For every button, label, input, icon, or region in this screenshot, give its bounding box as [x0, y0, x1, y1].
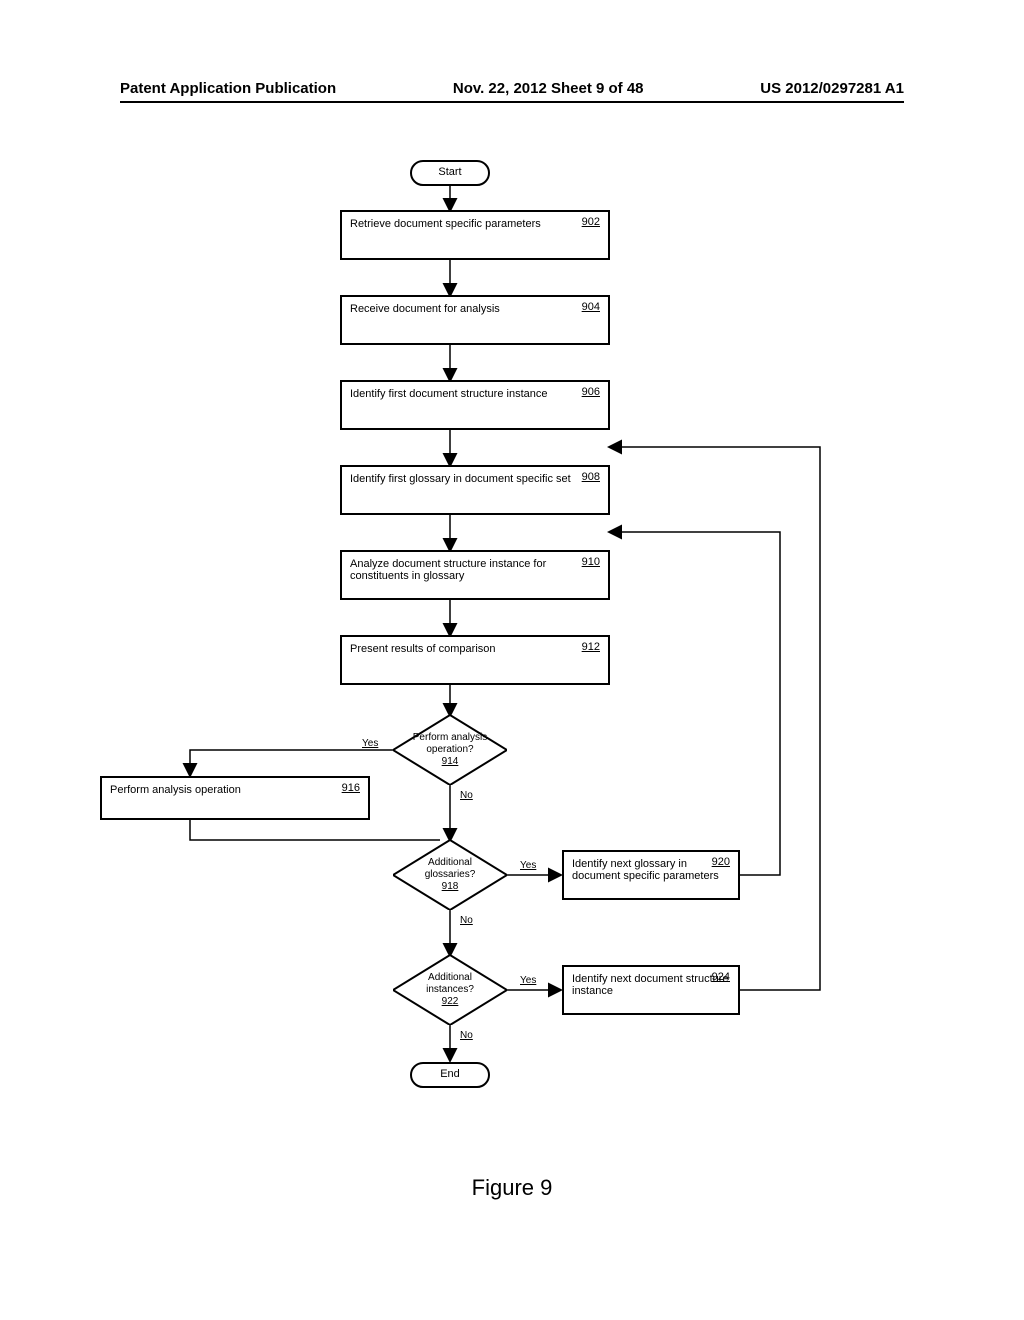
box-912-text: Present results of comparison	[350, 643, 496, 655]
flowchart: Start End Retrieve document specific par…	[100, 140, 924, 1140]
end-label: End	[440, 1068, 460, 1080]
box-902-ref: 902	[582, 216, 600, 228]
box-908: Identify first glossary in document spec…	[340, 465, 610, 515]
box-916: Perform analysis operation 916	[100, 776, 370, 820]
box-912: Present results of comparison 912	[340, 635, 610, 685]
end-terminator: End	[410, 1062, 490, 1088]
box-906-text: Identify first document structure instan…	[350, 388, 547, 400]
label-922-yes: Yes	[520, 975, 536, 986]
box-910: Analyze document structure instance for …	[340, 550, 610, 600]
dia-914-l1: Perform analysis	[413, 732, 487, 744]
header-right: US 2012/0297281 A1	[760, 80, 904, 97]
label-914-no: No	[460, 790, 473, 801]
box-902-text: Retrieve document specific parameters	[350, 218, 541, 230]
label-922-no: No	[460, 1030, 473, 1041]
dia-922-l1: Additional	[428, 972, 472, 984]
header-center: Nov. 22, 2012 Sheet 9 of 48	[453, 80, 644, 97]
box-906-ref: 906	[582, 386, 600, 398]
box-908-ref: 908	[582, 471, 600, 483]
dia-922-ref: 922	[442, 996, 459, 1008]
box-924-text: Identify next document structure instanc…	[572, 973, 729, 997]
box-906: Identify first document structure instan…	[340, 380, 610, 430]
box-912-ref: 912	[582, 641, 600, 653]
diamond-918: Additional glossaries? 918	[393, 840, 507, 910]
box-910-text: Analyze document structure instance for …	[350, 558, 546, 582]
dia-922-l2: instances?	[426, 984, 474, 996]
box-904: Receive document for analysis 904	[340, 295, 610, 345]
box-904-text: Receive document for analysis	[350, 303, 500, 315]
diamond-914: Perform analysis operation? 914	[393, 715, 507, 785]
diamond-922: Additional instances? 922	[393, 955, 507, 1025]
header-left: Patent Application Publication	[120, 80, 336, 97]
dia-918-l2: glossaries?	[425, 869, 476, 881]
label-918-yes: Yes	[520, 860, 536, 871]
box-920-ref: 920	[712, 856, 730, 868]
box-902: Retrieve document specific parameters 90…	[340, 210, 610, 260]
dia-918-l1: Additional	[428, 857, 472, 869]
box-910-ref: 910	[582, 556, 600, 568]
figure-caption: Figure 9	[0, 1175, 1024, 1201]
page-header: Patent Application Publication Nov. 22, …	[120, 80, 904, 103]
box-920-text: Identify next glossary in document speci…	[572, 858, 719, 882]
dia-914-l2: operation?	[426, 744, 473, 756]
box-908-text: Identify first glossary in document spec…	[350, 473, 571, 485]
box-924-ref: 924	[712, 971, 730, 983]
dia-918-ref: 918	[442, 881, 459, 893]
box-924: Identify next document structure instanc…	[562, 965, 740, 1015]
start-terminator: Start	[410, 160, 490, 186]
start-label: Start	[438, 166, 461, 178]
box-916-text: Perform analysis operation	[110, 784, 241, 796]
label-914-yes: Yes	[362, 738, 378, 749]
box-916-ref: 916	[342, 782, 360, 794]
box-920: Identify next glossary in document speci…	[562, 850, 740, 900]
box-904-ref: 904	[582, 301, 600, 313]
label-918-no: No	[460, 915, 473, 926]
page: Patent Application Publication Nov. 22, …	[0, 0, 1024, 1320]
dia-914-ref: 914	[442, 756, 459, 768]
